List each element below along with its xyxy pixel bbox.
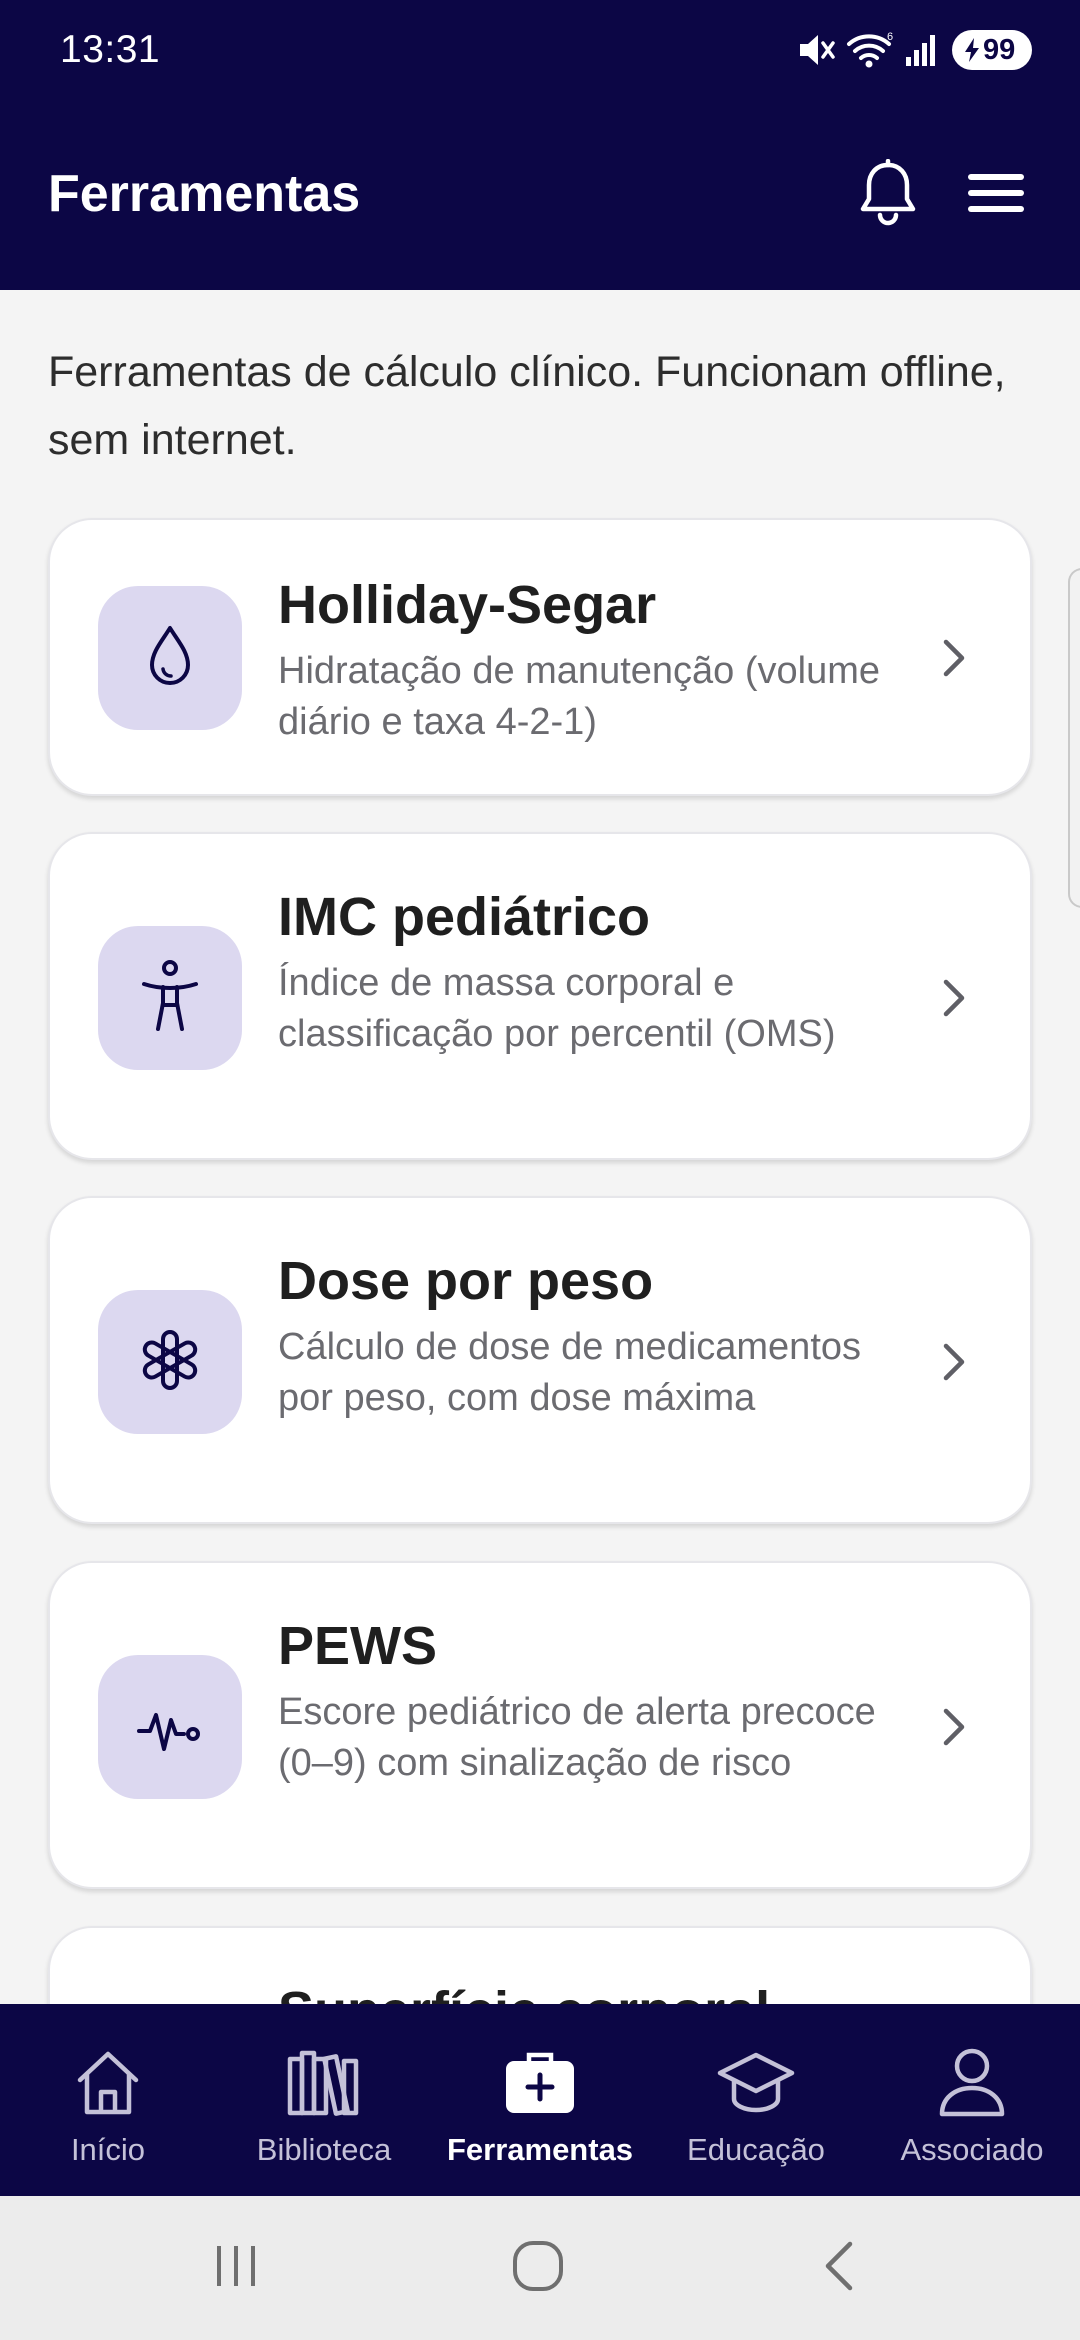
chevron-right-icon xyxy=(936,1338,972,1386)
tool-icon-tile xyxy=(98,1655,242,1799)
battery-indicator: 99 xyxy=(952,30,1032,70)
graduation-cap-icon xyxy=(714,2040,798,2124)
home-circle-icon xyxy=(511,2239,565,2298)
nav-item-associado[interactable]: Associado xyxy=(864,2004,1080,2196)
notifications-button[interactable] xyxy=(848,155,928,235)
home-icon xyxy=(66,2040,150,2124)
status-bar: 13:31 6 99 xyxy=(0,0,1080,100)
app-bar: Ferramentas xyxy=(0,100,1080,290)
user-icon xyxy=(930,2040,1014,2124)
nav-label: Início xyxy=(70,2132,146,2167)
tool-title: PEWS xyxy=(278,1616,438,1676)
home-button[interactable] xyxy=(478,2232,598,2304)
medical-kit-icon xyxy=(498,2040,582,2124)
tool-description: Escore pediátrico de alerta precoce (0–9… xyxy=(278,1691,876,1784)
intro-text: Ferramentas de cálculo clínico. Funciona… xyxy=(48,348,1006,464)
nav-label: Associado xyxy=(900,2132,1044,2167)
wifi-icon: 6 xyxy=(846,31,894,69)
back-button[interactable] xyxy=(780,2232,900,2304)
tool-title: Holliday-Segar xyxy=(278,575,657,635)
chevron-right-icon xyxy=(936,1703,972,1751)
chevron-right-icon xyxy=(936,974,972,1022)
recent-apps-icon xyxy=(211,2241,261,2296)
heartbeat-icon xyxy=(136,1694,204,1761)
tool-title: Dose por peso xyxy=(278,1251,654,1311)
tool-icon-tile xyxy=(98,926,242,1070)
nav-label: Educação xyxy=(687,2132,825,2167)
signal-icon xyxy=(904,31,942,69)
chevron-right-icon xyxy=(936,634,972,682)
bell-icon xyxy=(857,158,919,232)
asterisk-medical-icon xyxy=(138,1328,202,1397)
tool-description: Cálculo de dose de medicamentos por peso… xyxy=(278,1326,862,1419)
person-body-icon xyxy=(138,959,202,1038)
tool-description: Índice de massa corporal e classificação… xyxy=(278,962,836,1055)
page-title: Ferramentas xyxy=(48,165,361,223)
hamburger-menu-icon xyxy=(968,172,1024,219)
svg-text:6: 6 xyxy=(887,31,893,43)
tool-description: Hidratação de manutenção (volume diário … xyxy=(278,650,881,743)
bolt-icon xyxy=(964,37,980,63)
battery-level: 99 xyxy=(983,33,1016,66)
status-time: 13:31 xyxy=(60,28,161,71)
tool-icon-tile xyxy=(98,1290,242,1434)
back-icon xyxy=(820,2238,860,2299)
mute-icon xyxy=(796,31,836,69)
tool-title: IMC pediátrico xyxy=(278,887,651,947)
nav-item-inicio[interactable]: Início xyxy=(0,2004,216,2196)
tool-card-pews[interactable]: PEWS Escore pediátrico de alerta precoce… xyxy=(48,1561,1032,1889)
scrollbar[interactable] xyxy=(1068,568,1080,908)
tool-card-dose-por-peso[interactable]: Dose por peso Cálculo de dose de medicam… xyxy=(48,1196,1032,1524)
tool-card-holliday-segar[interactable]: Holliday-Segar Hidratação de manutenção … xyxy=(48,518,1032,796)
tool-icon-tile xyxy=(98,586,242,730)
recent-apps-button[interactable] xyxy=(176,2232,296,2304)
nav-label: Biblioteca xyxy=(256,2132,392,2167)
library-icon xyxy=(282,2040,366,2124)
nav-item-biblioteca[interactable]: Biblioteca xyxy=(216,2004,432,2196)
tool-card-imc-pediatrico[interactable]: IMC pediátrico Índice de massa corporal … xyxy=(48,832,1032,1160)
droplet-icon xyxy=(142,623,198,694)
nav-label: Ferramentas xyxy=(446,2132,634,2167)
system-navigation-bar xyxy=(0,2196,1080,2340)
menu-button[interactable] xyxy=(956,155,1036,235)
nav-item-ferramentas[interactable]: Ferramentas xyxy=(432,2004,648,2196)
status-icons: 6 99 xyxy=(796,28,1032,72)
bottom-navigation: Início Biblioteca Ferramentas Educação A… xyxy=(0,2004,1080,2196)
nav-item-educacao[interactable]: Educação xyxy=(648,2004,864,2196)
